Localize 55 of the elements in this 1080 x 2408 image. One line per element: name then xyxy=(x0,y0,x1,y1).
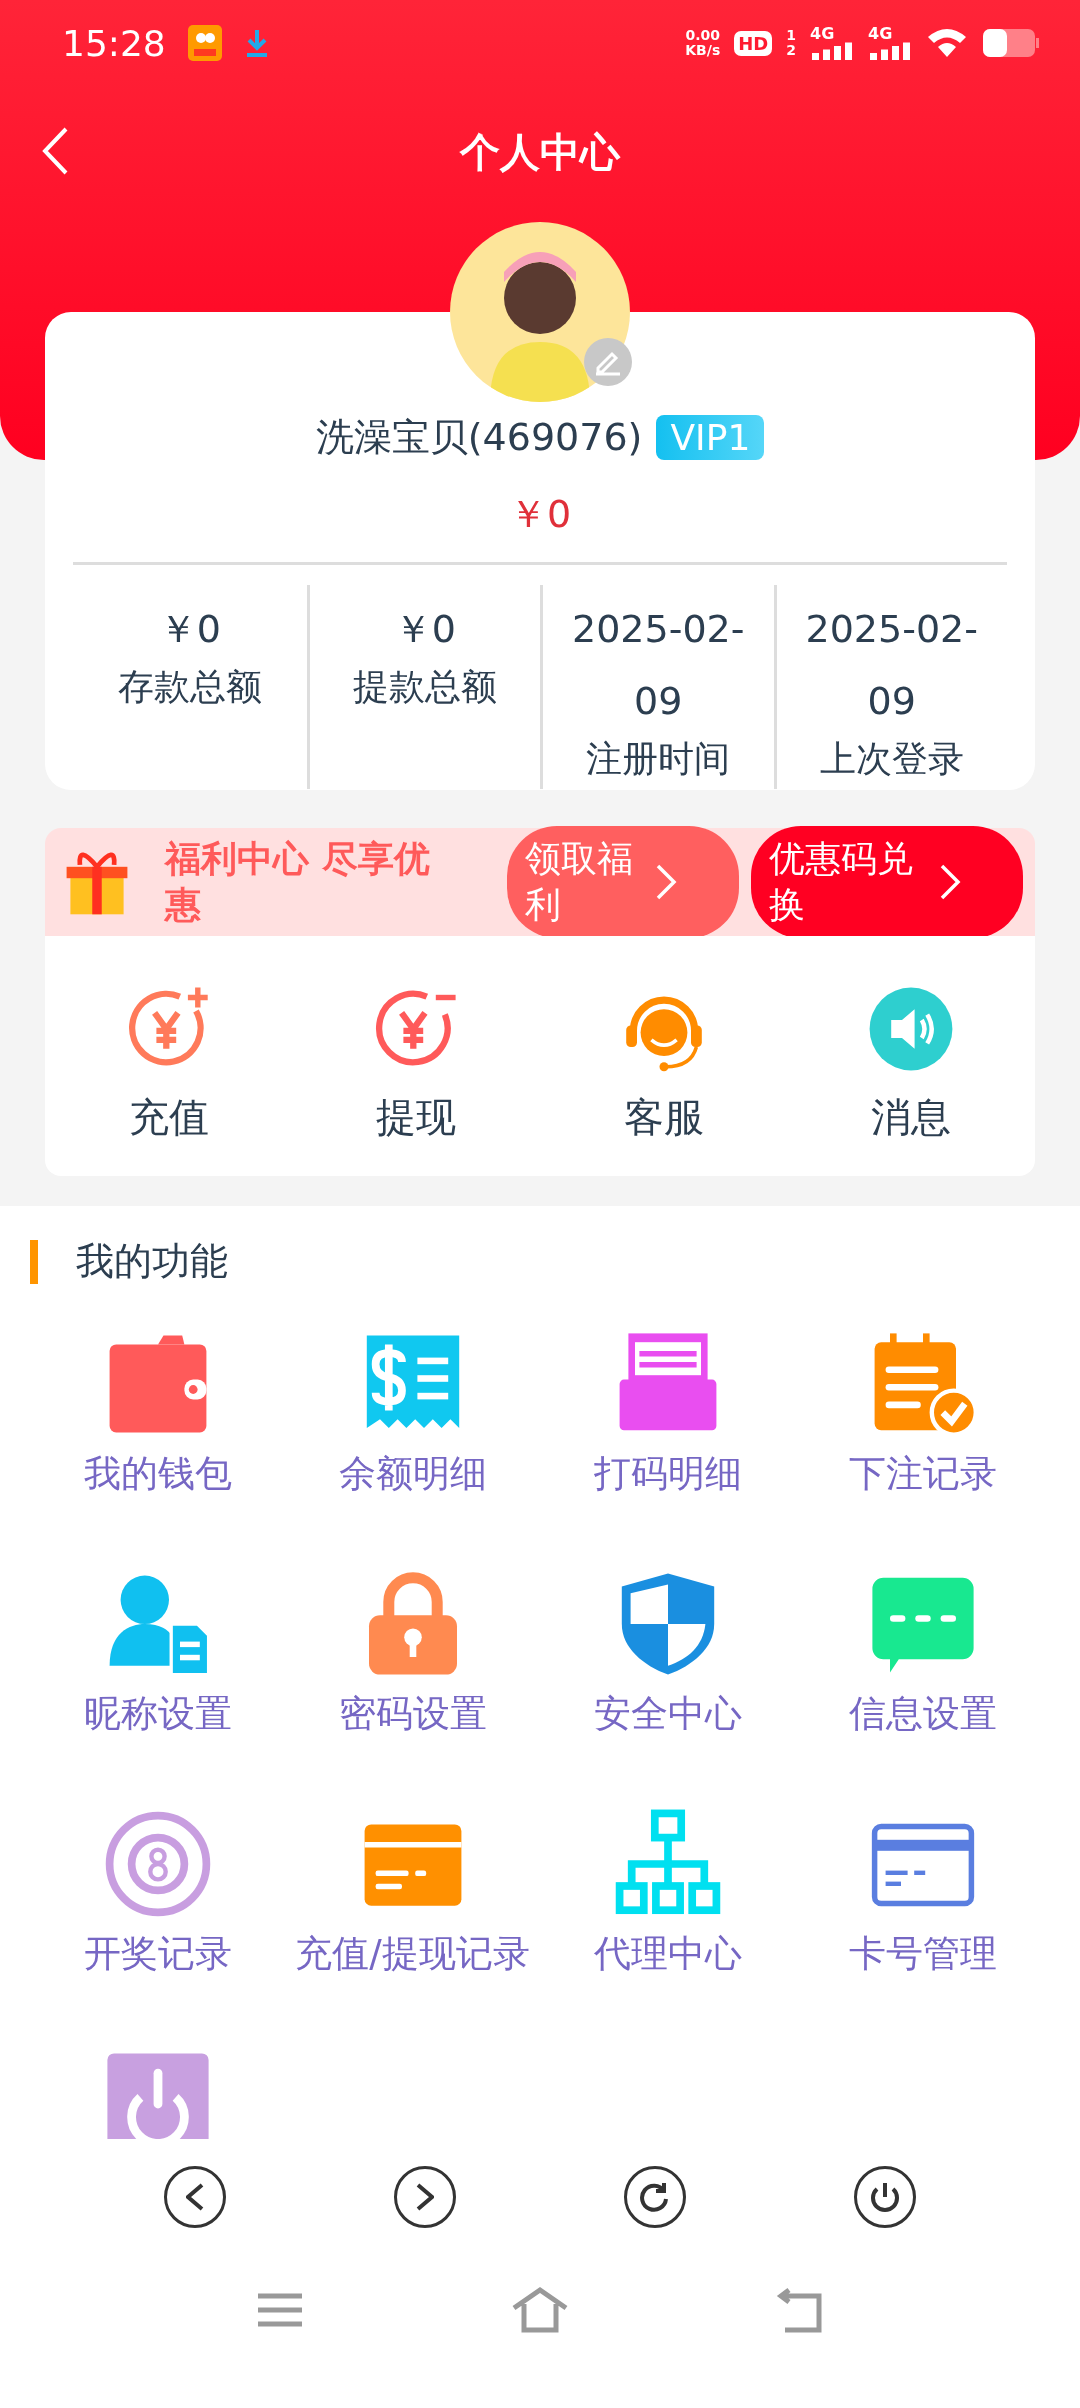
video-app-icon xyxy=(187,25,222,61)
stat-value: ￥0 xyxy=(157,606,222,653)
forward-icon xyxy=(416,2182,434,2211)
refresh-icon xyxy=(640,2180,670,2213)
battery-icon xyxy=(982,28,1040,58)
quick-action-button[interactable]: 充值 xyxy=(45,936,293,1176)
function-item[interactable]: 打码明细 xyxy=(540,1315,795,1555)
quick-action-button[interactable]: 提现 xyxy=(292,936,540,1176)
chevron-right-icon xyxy=(939,863,961,901)
section-title: 我的功能 xyxy=(76,1238,228,1285)
section-marker xyxy=(30,1239,38,1284)
vip-badge: VIP1 xyxy=(656,415,765,460)
banner-button[interactable]: 优惠码兑换 xyxy=(751,826,1023,938)
function-item[interactable]: 密码设置 xyxy=(285,1555,540,1795)
signal-icon xyxy=(810,42,854,60)
sim-number: 1 xyxy=(786,28,796,43)
sim-number: 2 xyxy=(786,43,796,58)
banner-text: 福利中心 尽享优惠 xyxy=(165,837,431,927)
function-item[interactable]: 信息设置 xyxy=(795,1555,1050,1795)
balance-amount: ￥0 xyxy=(508,491,572,538)
person-figure-icon xyxy=(490,252,590,402)
function-item[interactable]: 卡号管理 xyxy=(795,1795,1050,2035)
back-icon xyxy=(186,2182,204,2211)
hd-badge: HD xyxy=(734,30,773,56)
chevron-right-icon xyxy=(655,863,677,901)
stat-label: 存款总额 xyxy=(117,665,262,709)
function-item[interactable]: 下注记录 xyxy=(795,1315,1050,1555)
quick-action-button[interactable]: 消息 xyxy=(787,936,1035,1176)
stat-value: 2025-02-09 xyxy=(804,606,979,725)
network-type: 4G xyxy=(810,26,835,42)
home-icon xyxy=(510,2285,570,2334)
return-icon xyxy=(775,2285,825,2334)
wifi-icon xyxy=(926,27,968,59)
user-name: 洗澡宝贝(469076) xyxy=(315,414,643,461)
page-title: 个人中心 xyxy=(460,127,620,177)
stat-value: ￥0 xyxy=(392,606,457,653)
stat-label: 提款总额 xyxy=(352,665,497,709)
function-item[interactable]: 余额明细 xyxy=(285,1315,540,1555)
quick-action-button[interactable]: 客服 xyxy=(540,936,788,1176)
banner-button[interactable]: 领取福利 xyxy=(507,826,739,938)
power-icon xyxy=(871,2180,899,2213)
function-item[interactable]: 我的钱包 xyxy=(30,1315,285,1555)
network-speed: 0.00 xyxy=(685,28,720,43)
status-time: 15:28 xyxy=(62,22,166,64)
function-item[interactable]: 安全中心 xyxy=(540,1555,795,1795)
function-item[interactable]: 开奖记录 xyxy=(30,1795,285,2035)
stat-value: 2025-02-09 xyxy=(571,606,746,725)
network-speed: KB/s xyxy=(685,43,721,58)
function-item[interactable]: 充值/提现记录 xyxy=(285,1795,540,2035)
function-item[interactable]: 昵称设置 xyxy=(30,1555,285,1795)
function-item[interactable]: 代理中心 xyxy=(540,1795,795,2035)
network-type: 4G xyxy=(868,26,893,42)
stat-label: 上次登录 xyxy=(819,737,964,781)
stat-label: 注册时间 xyxy=(586,737,731,781)
signal-icon xyxy=(868,42,912,60)
